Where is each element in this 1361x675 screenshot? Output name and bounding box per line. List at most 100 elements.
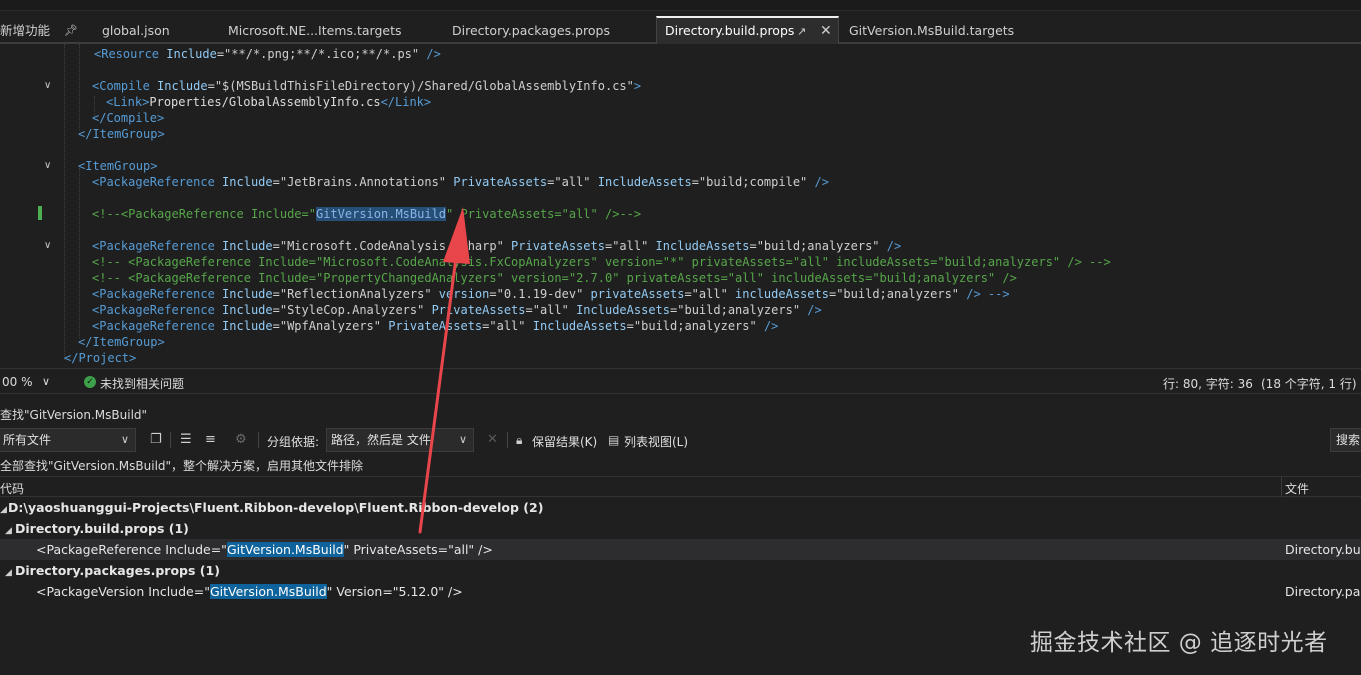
- attribute-value: ="Microsoft.CodeAnalysis.FxCopAnalyzers": [308, 255, 598, 269]
- document-tab-strip: 新增功能 📌︎ global.json Microsoft.NE...Items…: [0, 11, 1361, 44]
- tab-global-json[interactable]: global.json: [102, 20, 170, 42]
- attribute-value: ="JetBrains.Annotations": [272, 175, 447, 189]
- tag-name: Project: [78, 351, 130, 365]
- tag-name: ItemGroup: [85, 159, 151, 173]
- result-line[interactable]: <PackageVersion Include="GitVersion.MsBu…: [0, 581, 1361, 602]
- result-group-directory-packages-props[interactable]: ◢ Directory.packages.props (1): [0, 560, 1361, 581]
- scope-dropdown[interactable]: 所有文件 ∨: [0, 428, 136, 452]
- change-marker: [38, 206, 42, 220]
- tag-bracket: /> -->: [1060, 255, 1111, 269]
- attribute-value: ="all": [785, 255, 829, 269]
- tag-bracket: />: [807, 175, 829, 189]
- tab-directory-packages-props[interactable]: Directory.packages.props: [452, 20, 610, 42]
- tag-bracket: </: [78, 335, 93, 349]
- copy-icon[interactable]: ❐: [150, 432, 162, 448]
- attribute-name: version: [431, 287, 490, 301]
- editor-status-bar: 00 % ∨ ✓ 未找到相关问题 行: 80, 字符: 36 (18 个字符, …: [0, 368, 1361, 394]
- chevron-down-icon[interactable]: ∨: [42, 375, 50, 388]
- result-line[interactable]: <PackageReference Include="GitVersion.Ms…: [0, 539, 1361, 560]
- attribute-name: version: [597, 255, 656, 269]
- code-line[interactable]: <Link>Properties/GlobalAssemblyInfo.cs</…: [106, 94, 431, 110]
- issues-status[interactable]: 未找到相关问题: [100, 375, 184, 392]
- pin-icon[interactable]: ↗: [797, 19, 806, 45]
- keep-results-button[interactable]: 保留结果(K): [532, 433, 597, 450]
- group-by-label: 分组依据:: [267, 435, 320, 449]
- fold-chevron-icon[interactable]: ∨: [44, 238, 56, 254]
- attribute-value: ="$(MSBuildThisFileDirectory)/Shared/Glo…: [207, 79, 634, 93]
- column-file[interactable]: 文件: [1285, 480, 1309, 497]
- result-group-directory-build-props[interactable]: ◢ Directory.build.props (1): [0, 518, 1361, 539]
- column-divider[interactable]: [1281, 477, 1282, 497]
- code-editor[interactable]: ∨ ∨ ∨ <Resource Include="**/*.png;**/*.i…: [0, 44, 1361, 368]
- code-line[interactable]: <PackageReference Include="JetBrains.Ann…: [92, 174, 829, 190]
- fold-chevron-icon[interactable]: ∨: [44, 78, 56, 94]
- clear-icon[interactable]: ✕: [487, 432, 498, 448]
- code-line[interactable]: <!--<PackageReference Include="GitVersio…: [92, 206, 641, 222]
- attribute-name: Include: [214, 239, 273, 253]
- zoom-level[interactable]: 00 %: [2, 375, 33, 389]
- attribute-name: Include: [159, 47, 217, 61]
- expand-all-icon[interactable]: ≡: [205, 432, 216, 448]
- code-line[interactable]: <PackageReference Include="StyleCop.Anal…: [92, 302, 822, 318]
- attribute-value: ="all": [525, 303, 569, 317]
- code-line[interactable]: <PackageReference Include="WpfAnalyzers"…: [92, 318, 778, 334]
- code-line[interactable]: </Compile>: [92, 110, 164, 126]
- code-line[interactable]: <Compile Include="$(MSBuildThisFileDirec…: [92, 78, 641, 94]
- tab-directory-build-props[interactable]: Directory.build.props ↗ ✕: [656, 16, 839, 44]
- attribute-value: ="0.1.19-dev": [489, 287, 584, 301]
- code-line[interactable]: <PackageReference Include="ReflectionAna…: [92, 286, 1010, 302]
- tag-bracket: </: [64, 351, 79, 365]
- group-by-dropdown[interactable]: 路径，然后是 文件 ∨: [326, 428, 474, 452]
- tag-bracket: >: [157, 127, 165, 141]
- tab-new-features[interactable]: 新增功能 📌︎: [0, 20, 78, 42]
- attribute-name: Include: [214, 303, 273, 317]
- attribute-value: ="ReflectionAnalyzers": [272, 287, 432, 301]
- attribute-value: ="*": [655, 255, 685, 269]
- tag-bracket: />: [419, 47, 441, 61]
- column-code[interactable]: 代码: [0, 480, 24, 497]
- result-root-path[interactable]: ◢D:\yaoshuanggui-Projects\Fluent.Ribbon-…: [0, 497, 1361, 518]
- fold-chevron-icon[interactable]: ∨: [44, 158, 56, 174]
- root-path-text: D:\yaoshuanggui-Projects\Fluent.Ribbon-d…: [8, 500, 544, 515]
- code-line[interactable]: <!-- <PackageReference Include="Property…: [92, 270, 1017, 286]
- title-bar-remnant: [0, 0, 1361, 11]
- attribute-value: ="all": [604, 239, 649, 253]
- code-line[interactable]: </ItemGroup>: [78, 334, 165, 350]
- attribute-name: includeAssets: [763, 271, 866, 285]
- attribute-value: ="all": [482, 319, 526, 333]
- attribute-value: ="all": [554, 207, 598, 221]
- close-icon[interactable]: ✕: [820, 18, 832, 44]
- list-view-icon: ▤: [608, 433, 620, 447]
- list-view-button[interactable]: 列表视图(L): [624, 433, 688, 450]
- tag-name: ItemGroup: [92, 127, 158, 141]
- indent-guide: [64, 44, 65, 360]
- code-line[interactable]: <!-- <PackageReference Include="Microsof…: [92, 254, 1111, 270]
- tag-name: PackageReference: [135, 255, 251, 269]
- code-line[interactable]: </Project>: [64, 350, 136, 366]
- attribute-name: includeAssets: [828, 255, 931, 269]
- result-file: Directory.pac: [1285, 584, 1361, 599]
- tab-gitversion-msbuild-targets[interactable]: GitVersion.MsBuild.targets: [849, 20, 1014, 42]
- attribute-name: IncludeAssets: [525, 319, 627, 333]
- attribute-name: IncludeAssets: [568, 303, 671, 317]
- code-line[interactable]: <PackageReference Include="Microsoft.Cod…: [92, 238, 901, 254]
- search-scope-summary: 全部查找"GitVersion.MsBuild"，整个解决方案，启用其他文件排除: [0, 459, 364, 473]
- attribute-value: ="2.7.0": [561, 271, 620, 285]
- tag-bracket: >: [150, 159, 158, 173]
- code-line[interactable]: <ItemGroup>: [78, 158, 158, 174]
- tab-label: global.json: [102, 23, 170, 38]
- collapse-all-icon[interactable]: ☰: [180, 432, 192, 448]
- result-text: <PackageReference Include=": [36, 542, 227, 557]
- chevron-down-icon: ∨: [120, 433, 129, 446]
- attribute-name: Include: [243, 207, 302, 221]
- filter-icon[interactable]: ⚙: [235, 432, 247, 448]
- search-button[interactable]: 搜索: [1330, 428, 1361, 452]
- group-by-value: 路径，然后是 文件: [331, 433, 431, 447]
- cursor-position[interactable]: 行: 80, 字符: 36: [1163, 375, 1253, 392]
- lock-icon: 🔒︎: [516, 433, 523, 447]
- tab-microsoft-ne-items-targets[interactable]: Microsoft.NE...Items.targets: [228, 20, 402, 42]
- code-line[interactable]: <Resource Include="**/*.png;**/*.ico;**/…: [94, 46, 441, 62]
- code-line[interactable]: </ItemGroup>: [78, 126, 165, 142]
- pin-icon[interactable]: 📌︎: [64, 20, 78, 42]
- attribute-name: Include: [214, 175, 273, 189]
